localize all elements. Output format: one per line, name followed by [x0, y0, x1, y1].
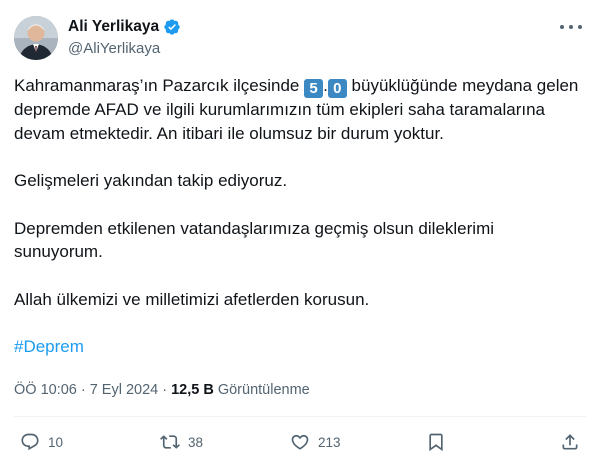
- hashtag-link[interactable]: #Deprem: [14, 337, 84, 356]
- like-count: 213: [318, 434, 341, 450]
- tweet-paragraph-4: Allah ülkemizi ve milletimizi afetlerden…: [14, 289, 370, 309]
- tweet-paragraph-2: Gelişmeleri yakından takip ediyoruz.: [14, 171, 288, 190]
- tweet-paragraph-1: Kahramanmaraş’ın Pazarcık ilçesinde 5.0 …: [14, 74, 580, 145]
- tweet-time[interactable]: ÖÖ 10:06: [14, 382, 77, 398]
- meta-separator: ·: [80, 382, 86, 398]
- keycap-digit-zero: 0: [327, 79, 347, 98]
- like-button[interactable]: 213: [290, 429, 341, 455]
- reply-button[interactable]: 10: [20, 429, 63, 455]
- more-options-icon[interactable]: [560, 22, 582, 32]
- retweet-count: 38: [188, 434, 204, 450]
- author-names: Ali Yerlikaya @AliYerlikaya: [68, 17, 181, 57]
- verified-badge-icon: [164, 19, 180, 35]
- share-icon: [562, 434, 578, 450]
- tweet-text: Kahramanmaraş’ın Pazarcık ilçesinde 5.0 …: [14, 74, 580, 359]
- keycap-digit-five: 5: [304, 79, 324, 98]
- display-name[interactable]: Ali Yerlikaya: [68, 18, 159, 36]
- reply-icon: [21, 433, 39, 451]
- avatar[interactable]: [14, 16, 58, 60]
- reply-count: 10: [48, 434, 64, 450]
- bookmark-icon: [429, 433, 443, 452]
- retweet-icon: [160, 435, 180, 449]
- share-button[interactable]: [560, 429, 580, 455]
- avatar-photo: [14, 16, 58, 60]
- tweet-meta: ÖÖ 10:06 · 7 Eyl 2024 · 12,5 B Görüntüle…: [14, 382, 310, 398]
- retweet-button[interactable]: 38: [160, 429, 203, 455]
- display-name-row: Ali Yerlikaya: [68, 17, 181, 37]
- views-label: Görüntülenme: [217, 382, 310, 398]
- heart-icon: [291, 434, 309, 450]
- tweet-actions: 10 38 213: [14, 429, 586, 455]
- views-count: 12,5 B: [171, 382, 214, 398]
- meta-separator: ·: [162, 382, 168, 398]
- tweet-header: Ali Yerlikaya @AliYerlikaya: [14, 16, 586, 60]
- author-handle[interactable]: @AliYerlikaya: [68, 40, 181, 57]
- tweet-card: Ali Yerlikaya @AliYerlikaya Kahramanmara…: [0, 0, 600, 470]
- tweet-paragraph-3: Depremden etkilenen vatandaşlarımıza geç…: [14, 218, 495, 262]
- divider: [14, 416, 586, 417]
- bookmark-button[interactable]: [426, 429, 446, 455]
- tweet-date[interactable]: 7 Eyl 2024: [90, 382, 159, 398]
- tweet-text-segment: Kahramanmaraş’ın Pazarcık ilçesinde: [14, 76, 305, 95]
